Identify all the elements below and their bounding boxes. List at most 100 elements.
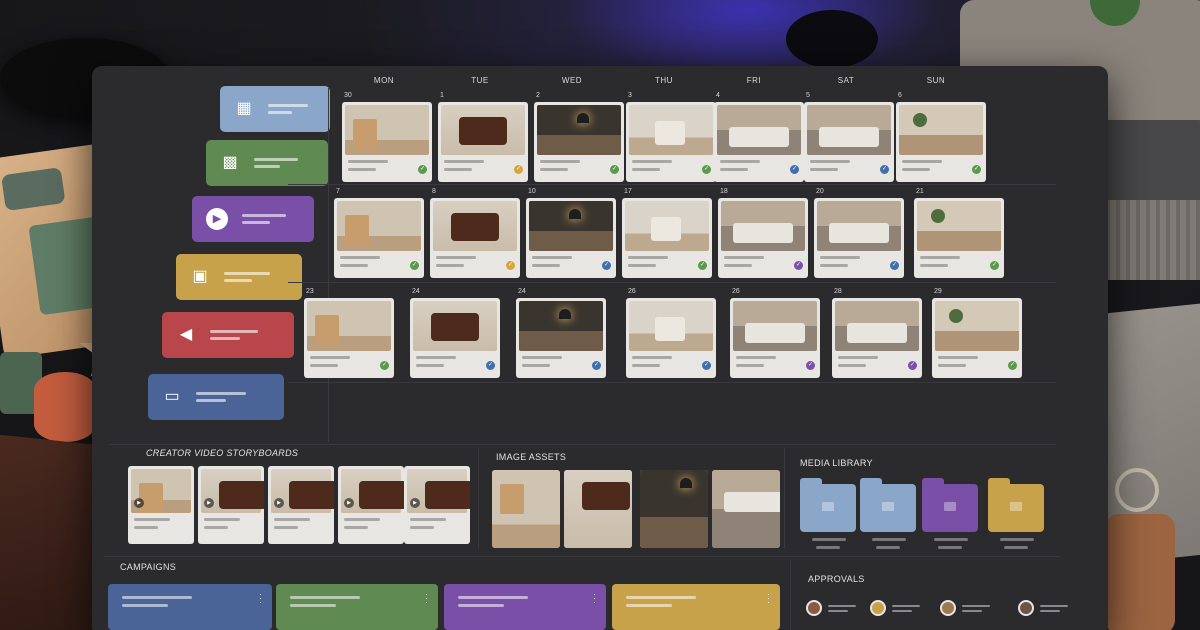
approver[interactable] <box>940 600 990 616</box>
plant-shelf-thumbnail <box>935 301 1019 351</box>
toy-shelf-thumbnail <box>345 105 429 155</box>
content-card[interactable]: ✓ <box>534 102 624 182</box>
sidebar-item-media[interactable]: ▭ <box>148 374 284 420</box>
lamp-thumbnail <box>537 105 621 155</box>
review-check-icon: ✓ <box>794 261 803 270</box>
asset-bed[interactable] <box>712 470 780 548</box>
day-number: 1 <box>440 92 444 99</box>
approver[interactable] <box>1018 600 1068 616</box>
campaign-card[interactable]: · · · <box>108 584 272 630</box>
content-card[interactable]: ✓ <box>516 298 606 378</box>
storyboards-panel: ▶ ▶ ▶ ▶ ▶ <box>128 466 470 544</box>
campaign-card[interactable]: · · · <box>444 584 606 630</box>
image-assets-title: IMAGE ASSETS <box>496 452 567 462</box>
chair-thumbnail <box>629 301 713 351</box>
asset-wallet[interactable] <box>564 470 632 548</box>
storyboard-card[interactable]: ▶ <box>268 466 334 544</box>
content-card[interactable]: ✓ <box>804 102 894 182</box>
media-library-title: MEDIA LIBRARY <box>800 458 873 468</box>
content-card[interactable]: ✓ <box>718 198 808 278</box>
content-card[interactable]: ✓ <box>304 298 394 378</box>
toy-shelf-thumbnail <box>337 201 421 251</box>
calendar-icon: ▦ <box>236 100 252 117</box>
day-number: 7 <box>336 188 340 195</box>
content-card[interactable]: ✓ <box>438 102 528 182</box>
content-card[interactable]: ✓ <box>832 298 922 378</box>
content-card[interactable]: ✓ <box>714 102 804 182</box>
day-number: 21 <box>916 188 924 195</box>
more-options-icon[interactable]: · · · <box>767 590 770 607</box>
approved-check-icon: ✓ <box>610 165 619 174</box>
avatar <box>806 600 822 616</box>
day-header-tue: TUE <box>471 76 489 85</box>
asset-toys[interactable] <box>492 470 560 548</box>
calendar-day[interactable]: 23 ✓ <box>304 288 402 380</box>
content-card[interactable]: ✓ <box>814 198 904 278</box>
calendar-day[interactable]: 8 ✓ <box>430 188 528 280</box>
storyboard-card[interactable]: ▶ <box>404 466 470 544</box>
content-card[interactable]: ✓ <box>914 198 1004 278</box>
content-card[interactable]: ✓ <box>730 298 820 378</box>
leather-keychain <box>1105 468 1175 630</box>
calendar-day[interactable]: 24 ✓ <box>410 288 508 380</box>
content-card[interactable]: ✓ <box>622 198 712 278</box>
calendar-grid: MON TUE WED THU FRI SAT SUN 30 ✓ 1 ✓ 2 ✓… <box>288 70 1056 442</box>
calendar-day[interactable]: 5 ✓ <box>804 92 902 184</box>
avatar <box>1018 600 1034 616</box>
play-icon: ▶ <box>204 498 214 508</box>
content-card[interactable]: ✓ <box>430 198 520 278</box>
content-card[interactable]: ✓ <box>342 102 432 182</box>
folder-icon[interactable] <box>988 478 1044 532</box>
day-number: 17 <box>624 188 632 195</box>
folder-icon[interactable] <box>922 478 978 532</box>
folder-icon[interactable] <box>860 478 916 532</box>
calendar-day[interactable]: 29 ✓ <box>932 288 1030 380</box>
storyboard-card[interactable]: ▶ <box>198 466 264 544</box>
content-card[interactable]: ✓ <box>410 298 500 378</box>
more-options-icon[interactable]: · · · <box>425 590 428 607</box>
content-card[interactable]: ✓ <box>896 102 986 182</box>
lamp-thumbnail <box>529 201 613 251</box>
calendar-day[interactable]: 26 ✓ <box>626 288 724 380</box>
content-card[interactable]: ✓ <box>626 102 716 182</box>
calendar-day[interactable]: 26 ✓ <box>730 288 828 380</box>
campaign-card[interactable]: · · · <box>612 584 780 630</box>
bed-thumbnail <box>717 105 801 155</box>
approver[interactable] <box>870 600 920 616</box>
storyboard-card[interactable]: ▶ <box>338 466 404 544</box>
asset-thumbnail <box>492 470 560 548</box>
calendar-day[interactable]: 21 ✓ <box>914 188 1012 280</box>
content-card[interactable]: ✓ <box>932 298 1022 378</box>
calendar-day[interactable]: 30 ✓ <box>342 92 440 184</box>
approver[interactable] <box>806 600 856 616</box>
more-options-icon[interactable]: · · · <box>593 590 596 607</box>
calendar-day[interactable]: 7 ✓ <box>334 188 432 280</box>
asset-lamp[interactable] <box>640 470 708 548</box>
calendar-day[interactable]: 18 ✓ <box>718 188 816 280</box>
calendar-day[interactable]: 24 ✓ <box>516 288 614 380</box>
content-card[interactable]: ✓ <box>526 198 616 278</box>
sidebar-item-images[interactable]: ▣ <box>176 254 302 300</box>
calendar-day[interactable]: 6 ✓ <box>896 92 994 184</box>
day-header-thu: THU <box>655 76 673 85</box>
folder-icon[interactable] <box>800 478 856 532</box>
calendar-day[interactable]: 10 ✓ <box>526 188 624 280</box>
calendar-day[interactable]: 1 ✓ <box>438 92 536 184</box>
calendar-day[interactable]: 20 ✓ <box>814 188 912 280</box>
sidebar-item-campaigns[interactable]: ◀ <box>162 312 294 358</box>
calendar-day[interactable]: 3 ✓ <box>626 92 724 184</box>
scheduled-check-icon: ✓ <box>486 361 495 370</box>
content-card[interactable]: ✓ <box>334 198 424 278</box>
calendar-day[interactable]: 17 ✓ <box>622 188 720 280</box>
day-number: 4 <box>716 92 720 99</box>
approved-check-icon: ✓ <box>380 361 389 370</box>
content-card[interactable]: ✓ <box>626 298 716 378</box>
storyboard-card[interactable]: ▶ <box>128 466 194 544</box>
more-options-icon[interactable]: · · · <box>259 590 262 607</box>
review-check-icon: ✓ <box>806 361 815 370</box>
campaign-card[interactable]: · · · <box>276 584 438 630</box>
day-number: 28 <box>834 288 842 295</box>
calendar-day[interactable]: 4 ✓ <box>714 92 812 184</box>
calendar-day[interactable]: 28 ✓ <box>832 288 930 380</box>
calendar-day[interactable]: 2 ✓ <box>534 92 632 184</box>
